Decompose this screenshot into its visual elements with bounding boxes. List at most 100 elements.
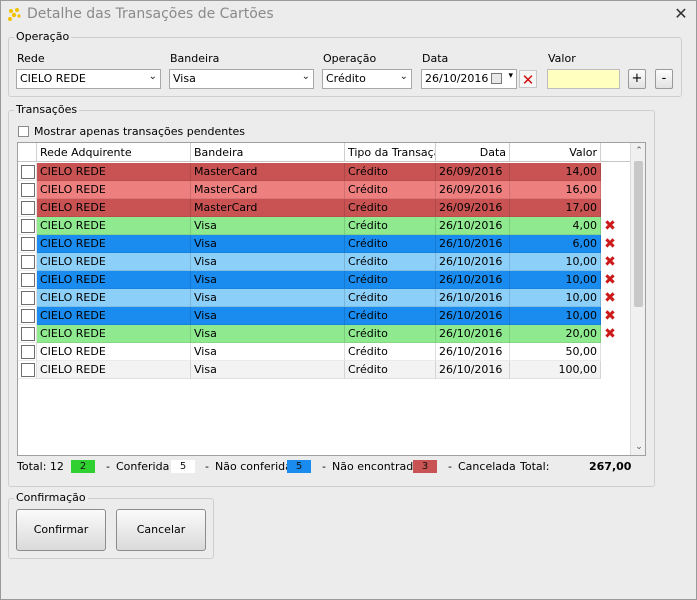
table-row[interactable]: CIELO REDE Visa Crédito 26/10/2016 20,00 ✖	[18, 325, 630, 343]
cell-valor: 14,00	[510, 163, 601, 181]
cell-data: 26/10/2016	[436, 361, 510, 379]
scroll-up-icon[interactable]: ⌃	[631, 143, 645, 159]
cell-rede: CIELO REDE	[37, 235, 191, 253]
confirmar-button[interactable]: Confirmar	[16, 509, 106, 551]
cell-bandeira: Visa	[191, 325, 345, 343]
vertical-scrollbar[interactable]: ⌃ ⌄	[630, 143, 645, 455]
table-row[interactable]: CIELO REDE Visa Crédito 26/10/2016 4,00 ✖	[18, 217, 630, 235]
total-value-label: Total:	[520, 460, 550, 473]
cancelar-button[interactable]: Cancelar	[116, 509, 206, 551]
cell-valor: 10,00	[510, 307, 601, 325]
delete-row-icon[interactable]: ✖	[603, 325, 617, 343]
table-row[interactable]: CIELO REDE MasterCard Crédito 26/09/2016 14,…	[18, 163, 630, 181]
row-checkbox[interactable]	[21, 237, 35, 251]
cell-bandeira: Visa	[191, 271, 345, 289]
cell-checkbox	[18, 325, 37, 343]
calendar-icon[interactable]	[491, 73, 502, 84]
row-checkbox[interactable]	[21, 327, 35, 341]
column-header-checkbox	[18, 143, 37, 162]
delete-row-icon[interactable]: ✖	[603, 289, 617, 307]
row-checkbox[interactable]	[21, 255, 35, 269]
rede-select[interactable]: CIELO REDE ⌄	[16, 69, 161, 89]
cell-valor: 20,00	[510, 325, 601, 343]
clear-date-button[interactable]: ✕	[519, 70, 537, 89]
table-row[interactable]: CIELO REDE Visa Crédito 26/10/2016 10,00 ✖	[18, 289, 630, 307]
row-checkbox[interactable]	[21, 219, 35, 233]
cell-bandeira: Visa	[191, 307, 345, 325]
rede-value: CIELO REDE	[20, 72, 86, 85]
nao-encontrada-dash: -	[322, 460, 326, 473]
cell-valor: 4,00	[510, 217, 601, 235]
cell-checkbox	[18, 163, 37, 181]
cell-tipo: Crédito	[345, 217, 436, 235]
table-row[interactable]: CIELO REDE Visa Crédito 26/10/2016 10,00 ✖	[18, 253, 630, 271]
operacao-value: Crédito	[326, 72, 366, 85]
cell-checkbox	[18, 343, 37, 361]
cell-checkbox	[18, 199, 37, 217]
scrollbar-thumb[interactable]	[634, 161, 643, 307]
row-checkbox[interactable]	[21, 309, 35, 323]
pending-only-label: Mostrar apenas transações pendentes	[34, 125, 246, 138]
pending-only-checkbox[interactable]	[18, 126, 29, 137]
column-header-rede[interactable]: Rede Adquirente	[37, 143, 191, 162]
cell-tipo: Crédito	[345, 163, 436, 181]
delete-row-icon[interactable]: ✖	[603, 235, 617, 253]
operacao-select[interactable]: Crédito ⌄	[322, 69, 412, 89]
row-checkbox[interactable]	[21, 363, 35, 377]
add-button[interactable]: +	[628, 69, 646, 89]
table-row[interactable]: CIELO REDE Visa Crédito 26/10/2016 100,00	[18, 361, 630, 379]
row-checkbox[interactable]	[21, 201, 35, 215]
cell-bandeira: MasterCard	[191, 181, 345, 199]
cell-bandeira: Visa	[191, 235, 345, 253]
row-checkbox[interactable]	[21, 291, 35, 305]
cell-tipo: Crédito	[345, 253, 436, 271]
cell-rede: CIELO REDE	[37, 199, 191, 217]
table-row[interactable]: CIELO REDE MasterCard Crédito 26/09/2016 16,…	[18, 181, 630, 199]
column-header-data[interactable]: Data	[436, 143, 510, 162]
delete-row-icon[interactable]: ✖	[603, 253, 617, 271]
column-header-bandeira[interactable]: Bandeira	[191, 143, 345, 162]
cell-tipo: Crédito	[345, 199, 436, 217]
row-checkbox[interactable]	[21, 273, 35, 287]
data-date-picker[interactable]: 26/10/2016 ▾	[421, 69, 517, 89]
confirmacao-legend: Confirmação	[14, 491, 88, 504]
valor-input[interactable]	[547, 69, 620, 89]
cell-rede: CIELO REDE	[37, 361, 191, 379]
scroll-down-icon[interactable]: ⌄	[631, 439, 645, 455]
cell-checkbox	[18, 217, 37, 235]
row-checkbox[interactable]	[21, 183, 35, 197]
row-checkbox[interactable]	[21, 165, 35, 179]
remove-button[interactable]: -	[655, 69, 673, 89]
table-row[interactable]: CIELO REDE MasterCard Crédito 26/09/2016 17,…	[18, 199, 630, 217]
cell-tipo: Crédito	[345, 181, 436, 199]
cell-valor: 6,00	[510, 235, 601, 253]
column-header-tipo[interactable]: Tipo da Transação	[345, 143, 436, 162]
cell-data: 26/09/2016	[436, 181, 510, 199]
table-row[interactable]: CIELO REDE Visa Crédito 26/10/2016 50,00	[18, 343, 630, 361]
delete-row-icon[interactable]: ✖	[603, 271, 617, 289]
transacoes-legend: Transações	[14, 103, 80, 116]
cell-checkbox	[18, 253, 37, 271]
cell-bandeira: MasterCard	[191, 199, 345, 217]
column-header-valor[interactable]: Valor	[510, 143, 601, 162]
cell-bandeira: Visa	[191, 217, 345, 235]
close-icon[interactable]: ✕	[671, 4, 691, 24]
table-row[interactable]: CIELO REDE Visa Crédito 26/10/2016 10,00 ✖	[18, 271, 630, 289]
cancelada-dash: -	[448, 460, 452, 473]
table-row[interactable]: CIELO REDE Visa Crédito 26/10/2016 6,00 ✖	[18, 235, 630, 253]
delete-row-icon[interactable]: ✖	[603, 217, 617, 235]
transactions-table[interactable]: Rede Adquirente Bandeira Tipo da Transaç…	[17, 142, 646, 456]
cell-rede: CIELO REDE	[37, 253, 191, 271]
delete-row-icon[interactable]: ✖	[603, 307, 617, 325]
table-row[interactable]: CIELO REDE Visa Crédito 26/10/2016 10,00 ✖	[18, 307, 630, 325]
cell-tipo: Crédito	[345, 307, 436, 325]
cell-checkbox	[18, 235, 37, 253]
cell-rede: CIELO REDE	[37, 271, 191, 289]
chevron-down-icon: ⌄	[399, 71, 408, 82]
cell-data: 26/10/2016	[436, 307, 510, 325]
bandeira-select[interactable]: Visa ⌄	[169, 69, 314, 89]
cell-rede: CIELO REDE	[37, 289, 191, 307]
row-checkbox[interactable]	[21, 345, 35, 359]
cell-valor: 10,00	[510, 253, 601, 271]
cell-tipo: Crédito	[345, 235, 436, 253]
